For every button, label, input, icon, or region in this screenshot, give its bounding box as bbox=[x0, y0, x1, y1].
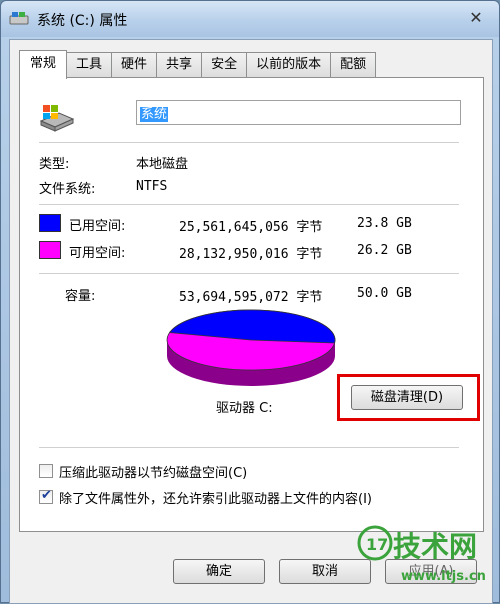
separator bbox=[39, 447, 459, 448]
close-icon[interactable]: ✕ bbox=[465, 8, 487, 28]
tab-hardware[interactable]: 硬件 bbox=[111, 52, 158, 78]
tab-security[interactable]: 安全 bbox=[201, 52, 248, 78]
tab-previous-versions[interactable]: 以前的版本 bbox=[246, 52, 332, 78]
tab-sharing[interactable]: 共享 bbox=[156, 52, 203, 78]
hard-drive-icon bbox=[39, 105, 75, 132]
type-label: 类型: bbox=[39, 157, 70, 172]
capacity-bytes: 53,694,595,072 字节 bbox=[179, 290, 323, 305]
drive-icon bbox=[9, 12, 29, 25]
separator bbox=[39, 273, 459, 274]
title-bar[interactable]: 系统 (C:) 属性 ✕ bbox=[1, 1, 499, 37]
compress-label: 压缩此驱动器以节约磁盘空间(C) bbox=[59, 466, 248, 481]
watermark-logo-text: 技术网 bbox=[393, 530, 478, 563]
drive-letter-label: 驱动器 C: bbox=[216, 401, 273, 416]
used-space-label: 已用空间: bbox=[69, 219, 126, 234]
disk-cleanup-button[interactable]: 磁盘清理(D) bbox=[351, 385, 463, 410]
site-watermark: 17 技术网 www.itjs.cn bbox=[357, 521, 497, 599]
window-title: 系统 (C:) 属性 bbox=[37, 13, 128, 29]
used-space-bytes: 25,561,645,056 字节 bbox=[179, 220, 323, 235]
free-space-label: 可用空间: bbox=[69, 246, 126, 261]
filesystem-label: 文件系统: bbox=[39, 182, 96, 197]
separator bbox=[39, 204, 459, 205]
compress-checkbox[interactable] bbox=[39, 464, 53, 478]
drive-name-input[interactable]: 系统 bbox=[136, 100, 461, 125]
free-space-gb: 26.2 GB bbox=[357, 243, 412, 258]
properties-window: 系统 (C:) 属性 ✕ 常规 工具 硬件 共享 安全 以前的版本 配额 系统 … bbox=[0, 0, 500, 604]
tab-quota[interactable]: 配额 bbox=[330, 52, 377, 78]
index-checkbox[interactable]: ✔ bbox=[39, 488, 53, 504]
free-space-swatch bbox=[39, 241, 61, 259]
type-value: 本地磁盘 bbox=[136, 157, 189, 172]
used-space-gb: 23.8 GB bbox=[357, 216, 412, 231]
checkmark-icon: ✔ bbox=[41, 488, 52, 503]
filesystem-value: NTFS bbox=[136, 179, 168, 194]
ok-button[interactable]: 确定 bbox=[173, 559, 265, 584]
capacity-gb: 50.0 GB bbox=[357, 286, 412, 301]
disk-usage-pie-chart bbox=[166, 309, 336, 386]
watermark-url: www.itjs.cn bbox=[401, 569, 486, 584]
drive-name-value: 系统 bbox=[140, 107, 169, 122]
index-label: 除了文件属性外，还允许索引此驱动器上文件的内容(I) bbox=[59, 492, 372, 507]
used-space-swatch bbox=[39, 214, 61, 232]
capacity-label: 容量: bbox=[65, 289, 96, 304]
watermark-logo-icon: 17 bbox=[357, 525, 393, 561]
svg-text:17: 17 bbox=[366, 535, 388, 554]
tab-general[interactable]: 常规 bbox=[19, 50, 68, 79]
separator bbox=[39, 142, 459, 143]
free-space-bytes: 28,132,950,016 字节 bbox=[179, 247, 323, 262]
tab-tools[interactable]: 工具 bbox=[66, 52, 113, 78]
tab-strip: 常规 工具 硬件 共享 安全 以前的版本 配额 bbox=[19, 50, 377, 79]
